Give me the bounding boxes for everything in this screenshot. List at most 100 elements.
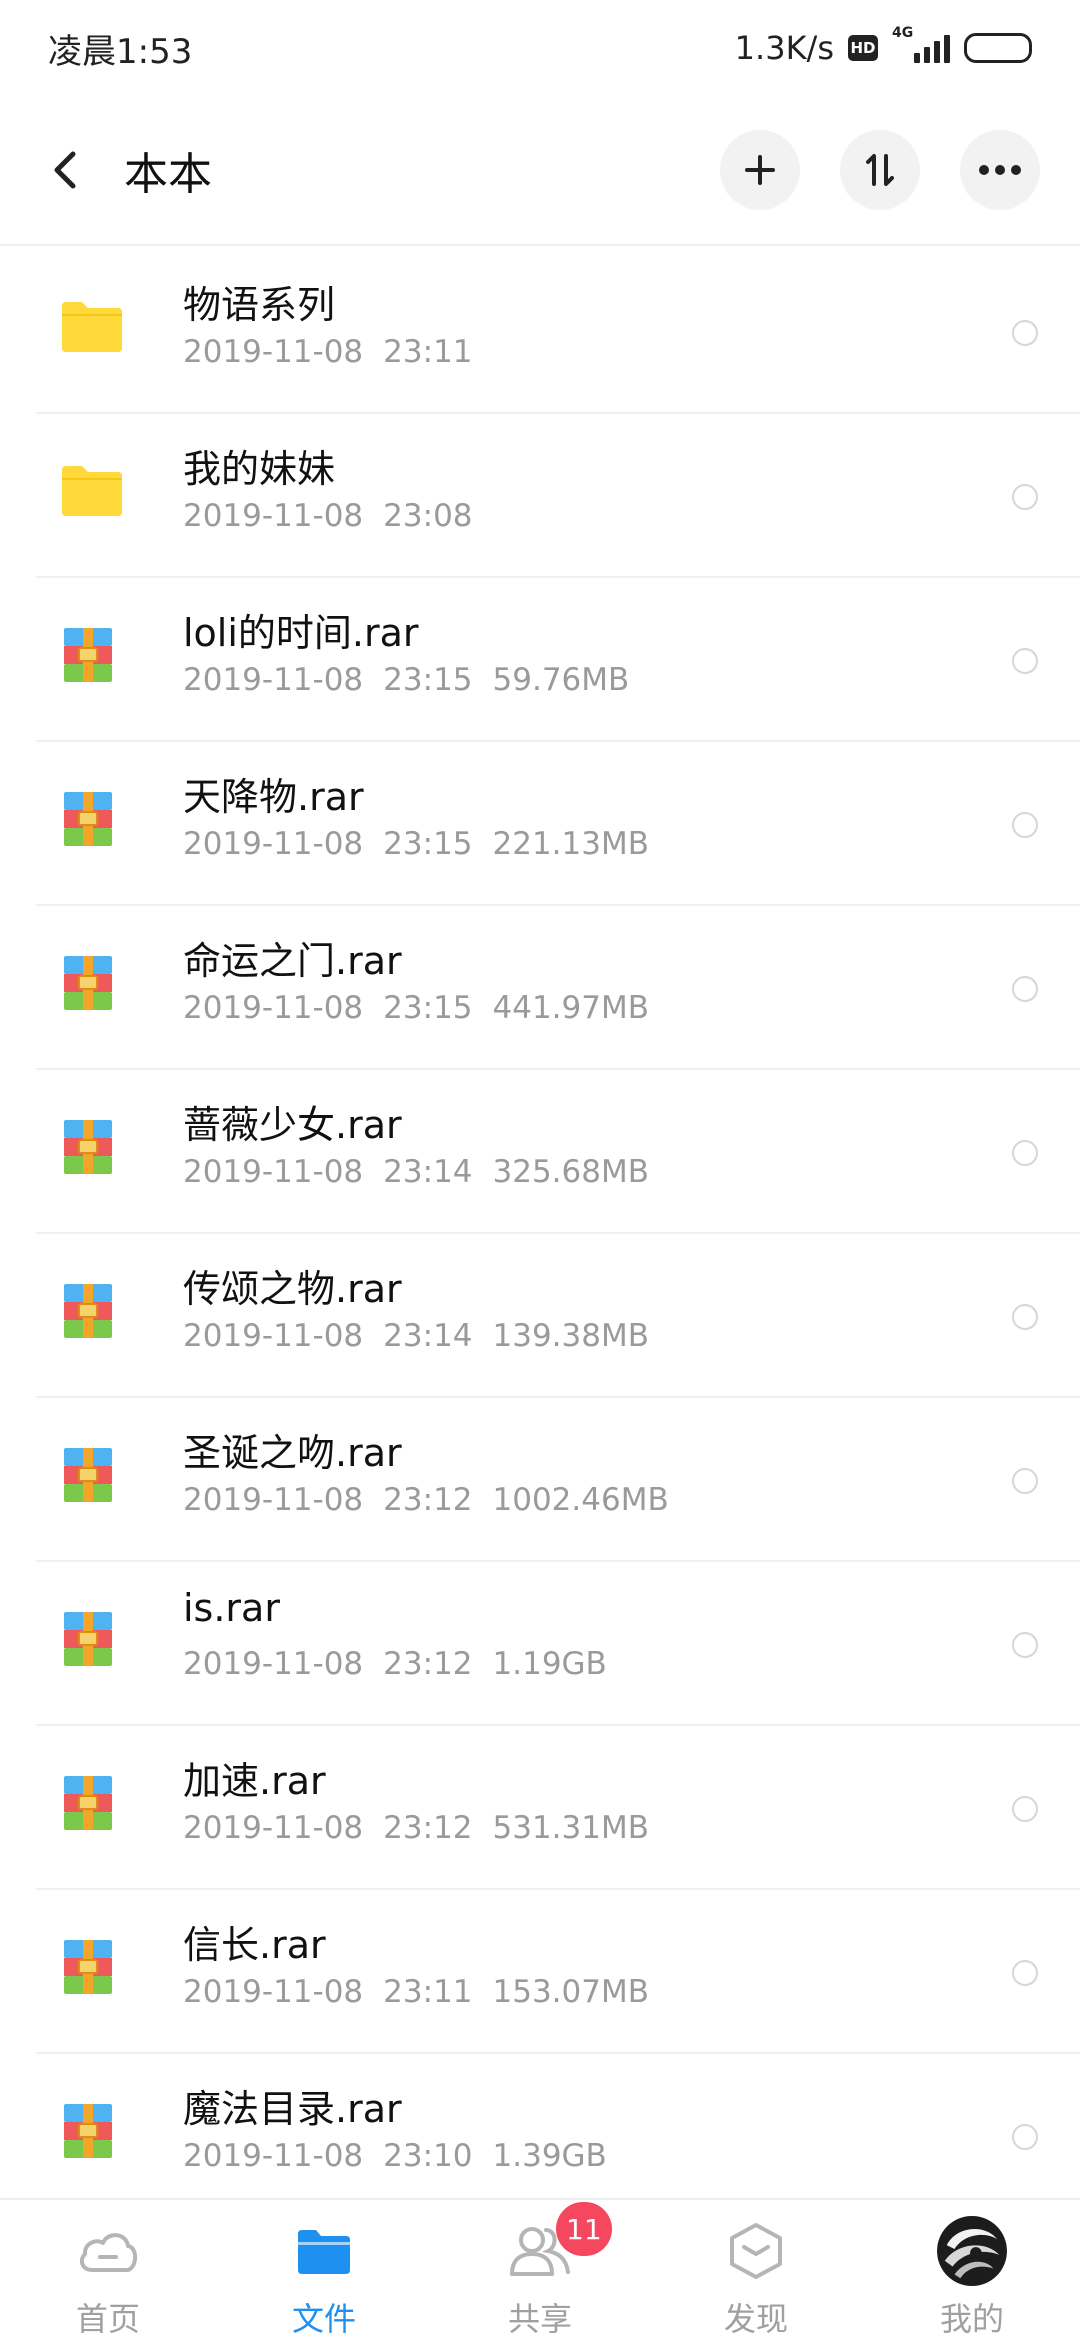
top-app-bar: 本本 — [0, 96, 1080, 246]
file-row[interactable]: loli的时间.rar 2019-11-08 23:15 59.76MB — [0, 578, 1080, 742]
file-meta: 2019-11-08 23:10 1.39GB — [183, 2138, 627, 2174]
file-date: 2019-11-08 — [183, 1646, 364, 1682]
file-name: 魔法目录.rar — [183, 2087, 402, 2131]
nav-home[interactable]: 首页 — [0, 2200, 216, 2340]
file-size: 441.97MB — [492, 990, 649, 1026]
file-time: 23:12 — [383, 1810, 473, 1846]
nav-discover[interactable]: 发现 — [648, 2200, 864, 2340]
file-meta: 2019-11-08 23:15 441.97MB — [183, 990, 669, 1026]
rar-archive-icon — [60, 1118, 124, 1182]
file-name: 加速.rar — [183, 1759, 326, 1803]
more-button[interactable] — [960, 130, 1040, 210]
file-meta: 2019-11-08 23:12 1002.46MB — [183, 1482, 689, 1518]
file-name: loli的时间.rar — [183, 611, 419, 655]
folder-icon — [60, 298, 124, 362]
bottom-nav: 首页 文件 11 共享 发现 我的 — [0, 2198, 1080, 2340]
file-size: 325.68MB — [492, 1154, 649, 1190]
file-meta: 2019-11-08 23:12 1.19GB — [183, 1646, 627, 1682]
sort-icon — [866, 154, 894, 186]
file-size: 59.76MB — [492, 662, 630, 698]
file-meta: 2019-11-08 23:15 221.13MB — [183, 826, 669, 862]
file-date: 2019-11-08 — [183, 1810, 364, 1846]
rar-archive-icon — [60, 1774, 124, 1838]
select-checkbox[interactable] — [1012, 1796, 1038, 1822]
rar-archive-icon — [60, 790, 124, 854]
file-time: 23:11 — [383, 334, 473, 370]
file-row[interactable]: 传颂之物.rar 2019-11-08 23:14 139.38MB — [0, 1234, 1080, 1398]
battery-icon — [964, 33, 1032, 63]
folder-icon — [60, 462, 124, 526]
file-size: 221.13MB — [492, 826, 649, 862]
file-meta: 2019-11-08 23:14 139.38MB — [183, 1318, 669, 1354]
file-row[interactable]: 圣诞之吻.rar 2019-11-08 23:12 1002.46MB — [0, 1398, 1080, 1562]
file-row[interactable]: 加速.rar 2019-11-08 23:12 531.31MB — [0, 1726, 1080, 1890]
add-button[interactable] — [720, 130, 800, 210]
file-date: 2019-11-08 — [183, 334, 364, 370]
select-checkbox[interactable] — [1012, 976, 1038, 1002]
select-checkbox[interactable] — [1012, 1632, 1038, 1658]
file-row[interactable]: 信长.rar 2019-11-08 23:11 153.07MB — [0, 1890, 1080, 2054]
file-row[interactable]: is.rar 2019-11-08 23:12 1.19GB — [0, 1562, 1080, 1726]
file-list: 物语系列 2019-11-08 23:11 我的妹妹 2019-11-08 23:08 lo… — [0, 250, 1080, 2218]
nav-label-share: 共享 — [507, 2300, 572, 2338]
select-checkbox[interactable] — [1012, 1140, 1038, 1166]
file-date: 2019-11-08 — [183, 990, 364, 1026]
file-row[interactable]: 我的妹妹 2019-11-08 23:08 — [0, 414, 1080, 578]
file-row[interactable]: 物语系列 2019-11-08 23:11 — [0, 250, 1080, 414]
file-time: 23:15 — [383, 990, 473, 1026]
nav-files[interactable]: 文件 — [216, 2200, 432, 2340]
file-row[interactable]: 天降物.rar 2019-11-08 23:15 221.13MB — [0, 742, 1080, 906]
nav-label-home: 首页 — [75, 2300, 140, 2338]
file-date: 2019-11-08 — [183, 1974, 364, 2010]
file-time: 23:08 — [383, 498, 473, 534]
network-speed: 1.3K/s — [734, 29, 834, 67]
cube-icon — [721, 2216, 791, 2286]
file-time: 23:14 — [383, 1318, 473, 1354]
file-time: 23:14 — [383, 1154, 473, 1190]
page-title: 本本 — [124, 149, 212, 200]
cloud-icon — [73, 2216, 143, 2286]
file-size: 1.19GB — [492, 1646, 607, 1682]
rar-archive-icon — [60, 1938, 124, 2002]
file-name: 圣诞之吻.rar — [183, 1431, 402, 1475]
file-size: 1002.46MB — [492, 1482, 669, 1518]
sort-button[interactable] — [840, 130, 920, 210]
select-checkbox[interactable] — [1012, 2124, 1038, 2150]
select-checkbox[interactable] — [1012, 484, 1038, 510]
file-name: 我的妹妹 — [183, 447, 336, 491]
file-size: 139.38MB — [492, 1318, 649, 1354]
plus-icon — [745, 155, 775, 185]
select-checkbox[interactable] — [1012, 1468, 1038, 1494]
file-name: 命运之门.rar — [183, 939, 402, 983]
hd-badge-icon: HD — [848, 35, 878, 61]
select-checkbox[interactable] — [1012, 1960, 1038, 1986]
file-date: 2019-11-08 — [183, 2138, 364, 2174]
file-name: is.rar — [183, 1586, 280, 1630]
file-size: 1.39GB — [492, 2138, 607, 2174]
file-name: 传颂之物.rar — [183, 1267, 402, 1311]
file-size: 531.31MB — [492, 1810, 649, 1846]
file-meta: 2019-11-08 23:15 59.76MB — [183, 662, 649, 698]
select-checkbox[interactable] — [1012, 648, 1038, 674]
select-checkbox[interactable] — [1012, 1304, 1038, 1330]
file-row[interactable]: 魔法目录.rar 2019-11-08 23:10 1.39GB — [0, 2054, 1080, 2218]
status-bar: 凌晨1:53 1.3K/s HD 4G — [0, 0, 1080, 96]
file-row[interactable]: 蔷薇少女.rar 2019-11-08 23:14 325.68MB — [0, 1070, 1080, 1234]
nav-label-discover: 发现 — [723, 2300, 788, 2338]
select-checkbox[interactable] — [1012, 320, 1038, 346]
back-button[interactable] — [36, 140, 96, 200]
file-date: 2019-11-08 — [183, 1318, 364, 1354]
file-date: 2019-11-08 — [183, 662, 364, 698]
nav-label-files: 文件 — [291, 2300, 356, 2338]
file-row[interactable]: 命运之门.rar 2019-11-08 23:15 441.97MB — [0, 906, 1080, 1070]
file-date: 2019-11-08 — [183, 1482, 364, 1518]
nav-label-mine: 我的 — [939, 2300, 1004, 2338]
chevron-left-icon — [54, 151, 76, 189]
rar-archive-icon — [60, 1446, 124, 1510]
file-time: 23:12 — [383, 1482, 473, 1518]
nav-mine[interactable]: 我的 — [864, 2200, 1080, 2340]
file-meta: 2019-11-08 23:11 153.07MB — [183, 1974, 669, 2010]
select-checkbox[interactable] — [1012, 812, 1038, 838]
rar-archive-icon — [60, 2102, 124, 2166]
nav-share[interactable]: 11 共享 — [432, 2200, 648, 2340]
